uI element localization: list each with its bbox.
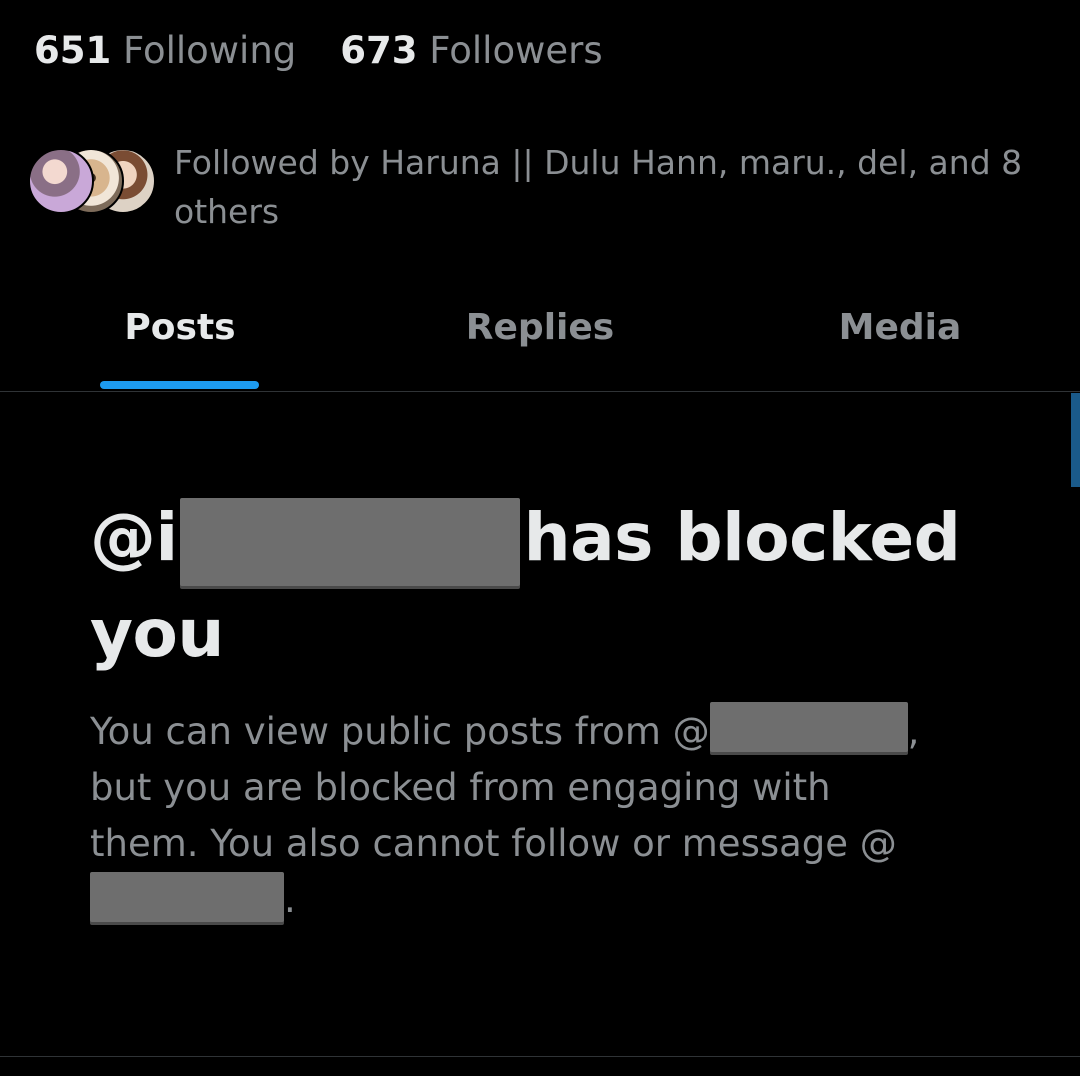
blocked-title-prefix: @i [90, 499, 178, 576]
tab-media[interactable]: Media [810, 300, 990, 356]
blocked-title: @i has blocked you [90, 490, 990, 681]
following-stat[interactable]: 651 Following [34, 28, 296, 74]
avatar [28, 148, 94, 214]
followers-stat[interactable]: 673 Followers [340, 28, 602, 74]
following-label: Following [123, 29, 297, 72]
blocked-desc-part3: . [284, 878, 296, 921]
following-count: 651 [34, 29, 112, 72]
divider [0, 1056, 1080, 1057]
blocked-description: You can view public posts from @, but yo… [90, 702, 950, 928]
followers-label: Followers [429, 29, 603, 72]
redacted-username [90, 872, 284, 922]
blocked-desc-part1: You can view public posts from @ [90, 710, 710, 753]
followed-by-row[interactable]: Followed by Haruna || Dulu Hann, maru., … [28, 138, 1048, 238]
profile-tabs: Posts Replies Media [0, 290, 1080, 392]
followers-count: 673 [340, 29, 418, 72]
tab-posts[interactable]: Posts [100, 300, 260, 356]
active-tab-indicator [100, 381, 259, 389]
tab-replies[interactable]: Replies [440, 300, 640, 356]
redacted-username [709, 702, 908, 752]
redacted-username [179, 497, 520, 586]
scrollbar-thumb[interactable] [1071, 393, 1080, 487]
profile-stats: 651 Following 673 Followers [34, 28, 603, 74]
follower-avatars [28, 148, 160, 218]
followed-by-text: Followed by Haruna || Dulu Hann, maru., … [174, 143, 1023, 231]
